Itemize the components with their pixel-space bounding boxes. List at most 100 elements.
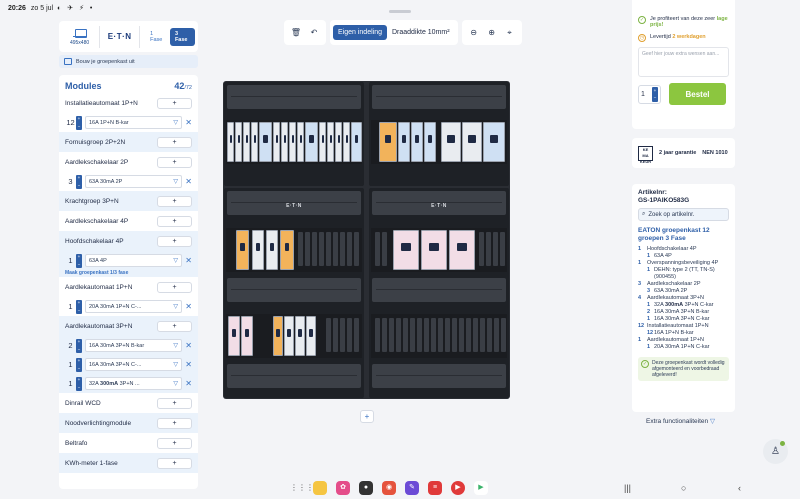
item-variant-select[interactable]: 20A 30mA 1P+N C-... ▽ — [85, 300, 182, 313]
item-variant-select[interactable]: 16A 30mA 3P+N B-kar ▽ — [85, 339, 182, 352]
qty-stepper[interactable]: + − — [76, 376, 82, 391]
add-module-button[interactable]: + — [157, 320, 192, 332]
breaker[interactable] — [289, 122, 296, 162]
remove-item-icon[interactable]: ✕ — [182, 302, 192, 311]
breaker[interactable] — [251, 122, 258, 162]
item-variant-select[interactable]: 16A 1P+N B-kar ▽ — [85, 116, 182, 129]
drag-handle[interactable] — [389, 10, 411, 13]
breaker[interactable] — [235, 122, 242, 162]
flower-app-icon[interactable]: ✿ — [336, 481, 350, 495]
recenter-icon[interactable]: ⌖ — [501, 28, 519, 38]
wire-thickness-button[interactable]: Draaddikte 10mm² — [387, 25, 455, 40]
extra-functions-toggle[interactable]: Extra functionaliteiten ▽ — [646, 417, 715, 425]
surge-protector[interactable] — [228, 316, 240, 356]
rcd-switch[interactable] — [305, 122, 318, 162]
youtube-app-icon[interactable]: ▶ — [451, 481, 465, 495]
breaker[interactable] — [266, 230, 278, 270]
add-module-button[interactable]: + — [157, 136, 192, 148]
breaker[interactable] — [273, 122, 280, 162]
qty-stepper[interactable]: + − — [76, 338, 82, 353]
qty-stepper[interactable]: + − — [76, 174, 82, 189]
notes-red-app-icon[interactable]: ≡ — [428, 481, 442, 495]
add-module-button[interactable]: + — [157, 97, 192, 109]
add-module-button[interactable]: + — [157, 437, 192, 449]
remove-item-icon[interactable]: ✕ — [182, 177, 192, 186]
surge-protector[interactable] — [241, 316, 253, 356]
add-module-button[interactable]: + — [157, 457, 192, 469]
app-grid-icon[interactable]: ⋮⋮⋮ — [290, 481, 314, 495]
add-module-button[interactable]: + — [157, 235, 192, 247]
add-module-button[interactable]: + — [157, 195, 192, 207]
breaker[interactable] — [243, 122, 250, 162]
cabinet-size-selector[interactable]: 495x480 — [62, 28, 97, 46]
qty-stepper[interactable]: + − — [76, 299, 82, 314]
qty-stepper[interactable]: + − — [652, 86, 658, 102]
undo-icon[interactable]: ↶ — [305, 28, 323, 37]
item-variant-select[interactable]: 32A 300mA 3P+N ... ▽ — [85, 377, 182, 390]
zoom-out-icon[interactable]: ⊖ — [465, 28, 483, 37]
trash-icon[interactable]: 🗑 — [287, 28, 305, 37]
remove-item-icon[interactable]: ✕ — [182, 118, 192, 127]
rcbo[interactable] — [462, 122, 482, 162]
remove-item-icon[interactable]: ✕ — [182, 360, 192, 369]
item-qty[interactable]: 3 — [65, 177, 76, 186]
add-module-button[interactable]: + — [157, 397, 192, 409]
add-module-button[interactable]: + — [157, 417, 192, 429]
rcd-switch[interactable] — [351, 122, 362, 162]
qty-stepper[interactable]: + − — [76, 115, 82, 130]
breaker[interactable] — [306, 316, 316, 356]
breaker[interactable] — [227, 122, 234, 162]
breaker[interactable] — [273, 316, 283, 356]
rcbo[interactable] — [421, 230, 447, 270]
breaker[interactable] — [327, 122, 334, 162]
custom-layout-button[interactable]: Eigen indeling — [333, 25, 387, 40]
main-switch[interactable] — [280, 230, 294, 270]
item-qty[interactable]: 2 — [65, 341, 76, 350]
breaker[interactable] — [319, 122, 326, 162]
add-module-button[interactable]: + — [157, 156, 192, 168]
make-1-3-phase-link[interactable]: Maak groepenkast 1/3 fase — [59, 270, 198, 277]
item-qty[interactable]: 1 — [65, 256, 76, 265]
rcbo[interactable] — [393, 230, 419, 270]
item-qty[interactable]: 1 — [65, 379, 76, 388]
help-button[interactable]: ♙ — [763, 439, 788, 464]
rcd-switch[interactable] — [424, 122, 436, 162]
item-qty[interactable]: 1 — [65, 360, 76, 369]
remove-item-icon[interactable]: ✕ — [182, 341, 192, 350]
breaker[interactable] — [335, 122, 342, 162]
notes-app-icon[interactable] — [313, 481, 327, 495]
zoom-in-icon[interactable]: ⊕ — [483, 28, 501, 37]
home-icon[interactable]: ○ — [681, 483, 686, 493]
rcd-switch[interactable] — [411, 122, 423, 162]
qty-stepper[interactable]: + − — [76, 253, 82, 268]
order-button[interactable]: Bestel — [669, 83, 726, 105]
build-cabinet-toggle[interactable]: Bouw je groepenkast uit — [59, 55, 198, 68]
add-module-button[interactable]: + — [157, 281, 192, 293]
item-variant-select[interactable]: 63A 4P ▽ — [85, 254, 182, 267]
remarks-textarea[interactable]: Geef hier jouw extra wensen aan... — [638, 47, 729, 77]
item-qty[interactable]: 1 — [65, 302, 76, 311]
breaker[interactable] — [295, 316, 305, 356]
qty-stepper[interactable]: + − — [76, 357, 82, 372]
breaker[interactable] — [343, 122, 350, 162]
main-switch[interactable] — [379, 122, 397, 162]
back-icon[interactable]: ‹ — [738, 483, 741, 493]
item-variant-select[interactable]: 16A 30mA 3P+N C-... ▽ — [85, 358, 182, 371]
phase-1-button[interactable]: 1 Fase — [145, 28, 170, 46]
record-app-icon[interactable]: ◉ — [382, 481, 396, 495]
play-store-icon[interactable]: ▶ — [474, 481, 488, 495]
add-module-button[interactable]: + — [157, 215, 192, 227]
rcbo[interactable] — [449, 230, 475, 270]
rcd-switch[interactable] — [259, 122, 272, 162]
cabinet-canvas[interactable]: E·T·N E·T·N — [223, 81, 510, 399]
remove-item-icon[interactable]: ✕ — [182, 256, 192, 265]
add-row-button[interactable]: + — [360, 410, 374, 423]
breaker[interactable] — [284, 316, 294, 356]
camera-app-icon[interactable]: ● — [359, 481, 373, 495]
remove-item-icon[interactable]: ✕ — [182, 379, 192, 388]
item-variant-select[interactable]: 63A 30mA 2P ▽ — [85, 175, 182, 188]
article-search[interactable]: ⌕ Zoek op artikelnr. — [638, 208, 729, 221]
rcd-switch[interactable] — [398, 122, 410, 162]
brand-logo[interactable]: E·T·N — [102, 32, 137, 41]
breaker[interactable] — [281, 122, 288, 162]
